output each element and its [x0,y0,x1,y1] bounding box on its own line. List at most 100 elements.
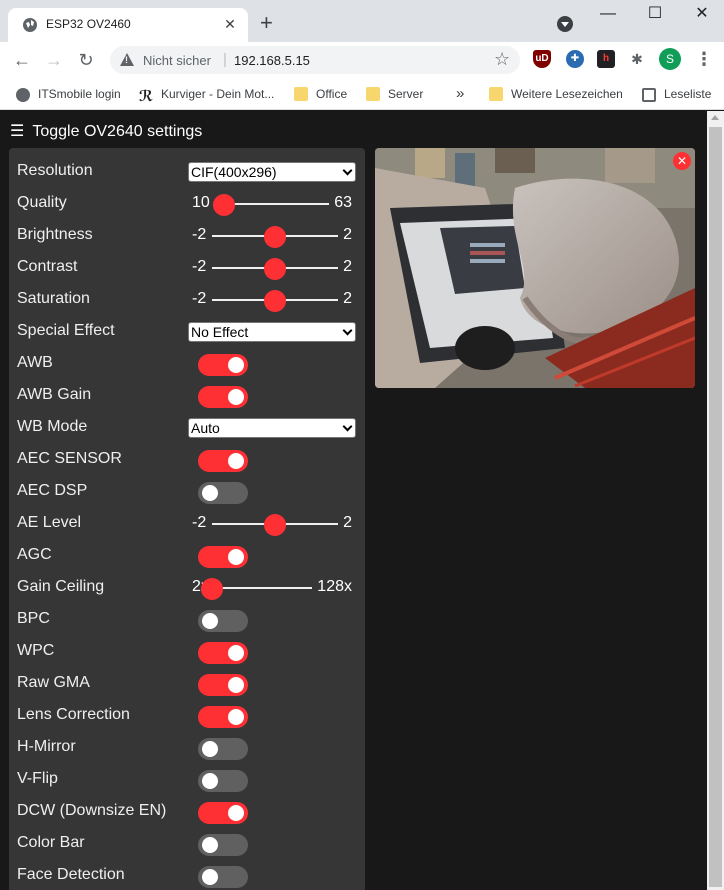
brightness-slider-thumb[interactable] [264,226,286,248]
chevron-down-icon [342,165,353,176]
bookmark-label: Weitere Lesezeichen [511,87,623,101]
setting-label: Lens Correction [17,706,130,723]
setting-row-v-flip: V-Flip [9,763,365,795]
range-max-label: 2 [343,514,352,531]
toggle-knob [202,485,218,501]
setting-label: Raw GMA [17,674,90,691]
toggle-knob [228,677,244,693]
bpc-toggle[interactable] [198,610,248,632]
wb-mode-select[interactable]: Auto [188,418,356,438]
setting-row-agc: AGC [9,539,365,571]
aec-dsp-toggle[interactable] [198,482,248,504]
maximize-icon[interactable]: ☐ [643,4,667,24]
setting-row-ae-level: AE Level -2 2 [9,507,365,539]
setting-label: WB Mode [17,418,88,435]
setting-label: DCW (Downsize EN) [17,802,167,819]
close-tab-icon[interactable]: ✕ [222,16,238,32]
toggle-settings-button[interactable]: ☰ Toggle OV2640 settings [10,121,202,141]
bookmark-reading-list[interactable]: Leseliste [642,85,711,103]
toggle-knob [228,389,244,405]
tab-strip: ESP32 OV2460 ✕ + — ☐ ✕ [0,0,724,42]
setting-row-h-mirror: H-Mirror [9,731,365,763]
setting-label: Color Bar [17,834,85,851]
setting-row-aec-sensor: AEC SENSOR [9,443,365,475]
setting-label: AE Level [17,514,82,531]
setting-label: AEC DSP [17,482,88,499]
contrast-slider-thumb[interactable] [264,258,286,280]
wpc-toggle[interactable] [198,642,248,664]
setting-label: Gain Ceiling [17,578,105,595]
agc-toggle[interactable] [198,546,248,568]
gain-ceiling-slider-thumb[interactable] [201,578,223,600]
quality-slider-track[interactable] [224,203,329,205]
bookmark-folder-office[interactable]: Office [294,85,347,103]
bookmark-folder-server[interactable]: Server [366,85,423,103]
forward-arrow-icon[interactable]: → [42,48,66,72]
folder-icon [294,86,308,101]
toggle-knob [202,613,218,629]
scroll-up-arrow-icon[interactable] [711,115,719,120]
raw-gma-toggle[interactable] [198,674,248,696]
gain-ceiling-slider-track[interactable] [212,587,312,589]
extensions-puzzle-icon[interactable]: ✱ [628,50,646,68]
toggle-knob [202,773,218,789]
extension-compass-icon[interactable]: ✚ [566,50,584,68]
setting-label: WPC [17,642,55,659]
awb-gain-toggle[interactable] [198,386,248,408]
security-status[interactable]: Nicht sicher [143,53,211,68]
bookmark-kurviger[interactable]: ℛ Kurviger - Dein Mot... [139,85,275,105]
bookmark-folder-weitere[interactable]: Weitere Lesezeichen [489,85,623,103]
extension-h-icon[interactable]: h [597,50,615,68]
color-bar-toggle[interactable] [198,834,248,856]
setting-label: Saturation [17,290,90,307]
special-effect-select[interactable]: No Effect [188,322,356,342]
lens-correction-toggle[interactable] [198,706,248,728]
url-text[interactable]: 192.168.5.15 [234,53,310,68]
close-stream-button[interactable]: ✕ [673,152,691,170]
select-value: CIF(400x296) [191,164,277,180]
saturation-slider-thumb[interactable] [264,290,286,312]
window-close-icon[interactable]: ✕ [690,4,714,24]
quality-slider-thumb[interactable] [213,194,235,216]
aec-sensor-toggle[interactable] [198,450,248,472]
page-scrollbar[interactable] [707,111,724,890]
resolution-select[interactable]: CIF(400x296) [188,162,356,182]
setting-label: Contrast [17,258,78,275]
back-arrow-icon[interactable]: ← [10,48,34,72]
setting-row-raw-gma: Raw GMA [9,667,365,699]
setting-label: Resolution [17,162,93,179]
setting-row-bpc: BPC [9,603,365,635]
ae-level-slider-thumb[interactable] [264,514,286,536]
setting-label: Brightness [17,226,93,243]
range-max-label: 2 [343,226,352,243]
setting-label: AWB [17,354,53,371]
bookmark-label: Kurviger - Dein Mot... [161,87,275,101]
bookmark-star-icon[interactable]: ☆ [494,49,510,70]
bookmarks-overflow-button[interactable]: » [456,85,464,103]
setting-label: BPC [17,610,50,627]
setting-row-saturation: Saturation -2 2 [9,283,365,315]
v-flip-toggle[interactable] [198,770,248,792]
range-min-label: -2 [192,258,207,275]
face-detection-toggle[interactable] [198,866,248,888]
awb-toggle[interactable] [198,354,248,376]
bookmarks-bar: ITSmobile login ℛ Kurviger - Dein Mot... … [0,78,724,110]
new-tab-button[interactable]: + [260,12,273,34]
browser-menu-icon[interactable]: ⋮ [695,48,713,70]
bookmark-label: Leseliste [664,87,712,101]
reload-icon[interactable]: ↻ [74,48,98,72]
ublock-icon[interactable]: uD [533,50,551,68]
bookmark-itsmobile[interactable]: ITSmobile login [16,85,121,103]
minimize-icon[interactable]: — [596,4,620,24]
dcw-downsize-en-toggle[interactable] [198,802,248,824]
h-mirror-toggle[interactable] [198,738,248,760]
profile-avatar[interactable]: S [659,48,681,70]
warning-icon[interactable] [120,53,134,66]
tab-search-icon[interactable] [557,16,573,32]
chevron-down-icon [342,421,353,432]
browser-tab[interactable]: ESP32 OV2460 ✕ [8,8,248,42]
address-bar[interactable]: Nicht sicher | 192.168.5.15 ☆ [110,46,520,74]
toggle-knob [202,837,218,853]
scroll-thumb[interactable] [709,127,722,887]
select-value: No Effect [191,324,249,340]
